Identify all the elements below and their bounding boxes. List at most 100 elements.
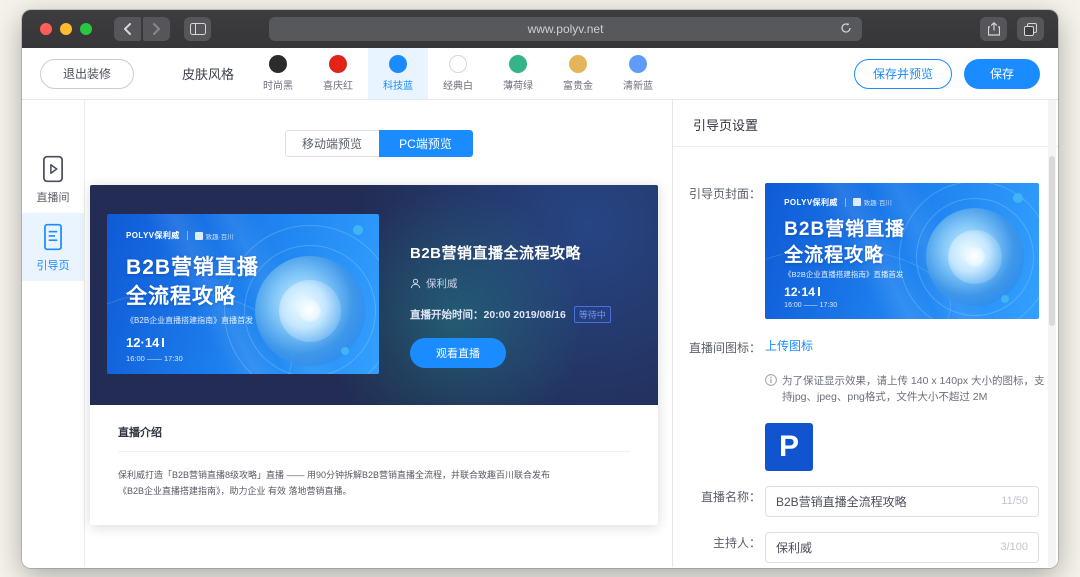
dot-decoration: [1013, 193, 1023, 203]
skin-swatch-3[interactable]: 经典白: [428, 48, 488, 99]
swatch-color-dot: [269, 55, 287, 73]
banner-title-line1: B2B营销直播: [126, 251, 259, 281]
sidebar-toggle-button[interactable]: [184, 17, 211, 41]
chevron-left-icon: [123, 23, 132, 35]
skin-swatch-2[interactable]: 科技蓝: [368, 48, 428, 99]
swatch-label: 喜庆红: [323, 77, 353, 92]
live-name-value: B2B营销直播全流程攻略: [776, 493, 995, 510]
room-icon-label: 直播间图标：: [673, 337, 761, 471]
host-label: 主持人：: [673, 532, 761, 551]
skin-swatch-5[interactable]: 富贵金: [548, 48, 608, 99]
banner-time: 16:00 —— 17:30: [784, 302, 837, 309]
swatch-color-dot: [449, 55, 467, 73]
share-icon: [988, 22, 1000, 36]
desktop-background: www.polyv.net 退出装修 皮肤风格 时尚黑: [0, 0, 1080, 577]
back-button[interactable]: [114, 17, 141, 41]
sidebar-item-live-room[interactable]: 直播间: [22, 145, 84, 213]
guide-page-icon: [40, 222, 66, 252]
save-and-preview-button[interactable]: 保存并预览: [854, 59, 952, 89]
reload-button[interactable]: [836, 20, 856, 38]
rings-graphic: [903, 185, 1039, 319]
tab-pc-preview[interactable]: PC端预览: [379, 130, 473, 157]
minimize-window-button[interactable]: [60, 23, 72, 35]
sidebar-item-label: 引导页: [37, 257, 70, 273]
banner-subtitle: 《B2B企业直播搭建指南》直播首发: [784, 269, 903, 280]
zoom-window-button[interactable]: [80, 23, 92, 35]
partner-logo-icon: [853, 198, 861, 206]
watch-live-button[interactable]: 观看直播: [410, 338, 506, 368]
partner-logo-icon: [195, 232, 203, 240]
pc-preview-card: POLYV保利威 致趣·百川 B2B营销直播 全流程攻略 《B2B企业直播搭建指…: [90, 185, 658, 525]
swatch-color-dot: [569, 55, 587, 73]
info-icon: [765, 374, 777, 386]
live-room-icon: [40, 154, 66, 184]
intro-text: 保利威打造「B2B营销直播8级攻略」直播 —— 用90分钟拆解B2B营销直播全流…: [118, 467, 569, 499]
banner-title-line2: 全流程攻略: [126, 280, 236, 310]
dot-decoration: [341, 347, 349, 355]
sidebar-item-label: 直播间: [37, 189, 70, 205]
skin-swatch-6[interactable]: 清新蓝: [608, 48, 668, 99]
browser-titlebar: www.polyv.net: [22, 10, 1058, 48]
intro-heading: 直播介绍: [118, 424, 630, 440]
dot-decoration: [353, 225, 363, 235]
live-intro-section: 直播介绍 保利威打造「B2B营销直播8级攻略」直播 —— 用90分钟拆解B2B营…: [90, 405, 658, 525]
swatch-label: 薄荷绿: [503, 77, 533, 92]
guide-cover-thumbnail[interactable]: POLYV保利威 致趣·百川 B2B营销直播 全流程攻略 《B2B企业直播搭建指…: [765, 183, 1039, 319]
editor-sidebar: 直播间 引导页: [22, 100, 85, 567]
cover-label: 引导页封面：: [673, 183, 761, 319]
editor-toolbar: 退出装修 皮肤风格 时尚黑 喜庆红 科技蓝 经典白: [22, 48, 1058, 100]
swatch-label: 清新蓝: [623, 77, 653, 92]
partner-logo: 致趣·百川: [853, 197, 892, 207]
settings-divider: [673, 146, 1058, 147]
upload-icon-link[interactable]: 上传图标: [765, 337, 813, 354]
upload-hint: 为了保证显示效果，请上传 140 x 140px 大小的图标，支持jpg、jpe…: [765, 373, 1047, 406]
forward-button[interactable]: [143, 17, 170, 41]
intro-divider: [118, 451, 630, 452]
close-window-button[interactable]: [40, 23, 52, 35]
hero-section: POLYV保利威 致趣·百川 B2B营销直播 全流程攻略 《B2B企业直播搭建指…: [90, 185, 658, 405]
polyv-p-logo: P: [779, 430, 799, 464]
swatch-color-dot: [389, 55, 407, 73]
polyv-logo: POLYV保利威: [126, 230, 180, 241]
person-icon: [410, 278, 421, 289]
sidebar-icon: [190, 23, 206, 35]
live-name-label: 直播名称：: [673, 486, 761, 505]
sidebar-item-guide-page[interactable]: 引导页: [22, 213, 84, 281]
skin-swatch-0[interactable]: 时尚黑: [248, 48, 308, 99]
host-name: 保利威: [426, 276, 458, 291]
save-button[interactable]: 保存: [964, 59, 1040, 89]
logo-divider: [187, 231, 188, 240]
status-badge: 等待中: [574, 306, 611, 323]
swatch-color-dot: [329, 55, 347, 73]
skin-swatch-4[interactable]: 薄荷绿: [488, 48, 548, 99]
banner-date: 12·14: [126, 335, 164, 350]
tab-mobile-preview[interactable]: 移动端预览: [285, 130, 379, 157]
window-controls: [40, 23, 92, 35]
reload-icon: [840, 22, 852, 34]
tabs-icon: [1024, 23, 1037, 36]
host-input[interactable]: 保利威 3/100: [765, 532, 1039, 563]
skin-swatch-1[interactable]: 喜庆红: [308, 48, 368, 99]
preview-area: 移动端预览 PC端预览: [85, 100, 672, 567]
address-bar[interactable]: www.polyv.net: [269, 17, 862, 41]
room-icon-preview: P: [765, 423, 813, 471]
host-counter: 3/100: [1000, 541, 1028, 553]
dot-decoration: [1001, 295, 1009, 303]
settings-scrollbar-thumb[interactable]: [1049, 156, 1055, 326]
share-button[interactable]: [980, 17, 1007, 41]
browser-window: www.polyv.net 退出装修 皮肤风格 时尚黑: [22, 10, 1058, 568]
live-name-counter: 11/50: [1001, 495, 1028, 507]
live-title: B2B营销直播全流程攻略: [410, 242, 611, 263]
live-name-input[interactable]: B2B营销直播全流程攻略 11/50: [765, 486, 1039, 517]
banner-subtitle: 《B2B企业直播搭建指南》直播首发: [126, 315, 253, 326]
polyv-logo: POLYV保利威: [784, 197, 838, 208]
swatch-label: 经典白: [443, 77, 473, 92]
guide-page-settings-panel: 引导页设置 引导页封面：: [672, 100, 1058, 567]
exit-decoration-button[interactable]: 退出装修: [40, 59, 134, 89]
skin-swatch-list: 时尚黑 喜庆红 科技蓝 经典白 薄荷绿: [248, 48, 668, 99]
settings-scrollbar-track[interactable]: [1048, 100, 1056, 567]
swatch-label: 时尚黑: [263, 77, 293, 92]
partner-logo: 致趣·百川: [195, 231, 234, 241]
show-tabs-button[interactable]: [1017, 17, 1044, 41]
host-value: 保利威: [776, 539, 994, 556]
